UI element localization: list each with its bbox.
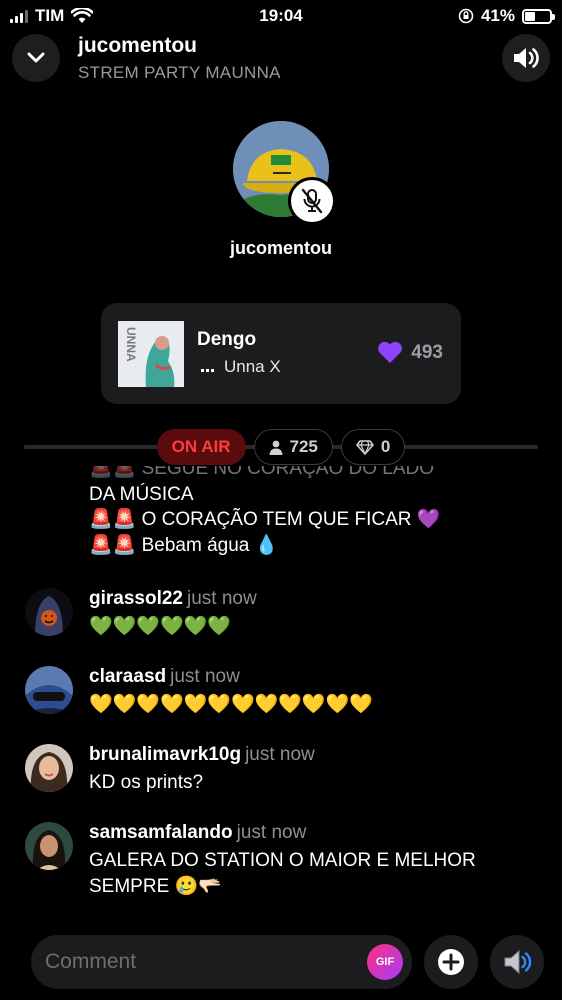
comment-box: GIF [31,935,412,989]
volume-icon [514,48,539,68]
comment-input[interactable] [45,935,355,989]
audio-toggle-button[interactable] [502,34,550,82]
status-bar: TIM 19:04 41% [0,0,562,32]
heart-icon [378,341,403,363]
add-button[interactable] [424,935,478,989]
user-avatar[interactable] [25,666,73,714]
chat-timestamp: just now [236,822,307,843]
equalizer-icon [201,362,214,372]
room-host-title: jucomentou [78,34,197,57]
gem-count: 0 [380,437,391,456]
room-subtitle: STREM PARTY MAUNNA [78,63,281,82]
host-mic-muted-badge [288,177,336,225]
chat-username[interactable]: samsamfalando [89,822,233,843]
gem-count-chip[interactable]: 0 [340,429,406,465]
person-icon [269,440,283,455]
like-button[interactable]: 493 [377,341,443,364]
chat-text: GALERA DO STATION O MAIOR E MELHOR SEMPR… [89,850,476,897]
chevron-down-icon [27,52,45,63]
gif-button[interactable]: GIF [367,944,403,980]
room-stats: ON AIR 725 0 [0,429,562,465]
chat-timestamp: just now [245,744,315,765]
diamond-icon [356,439,374,455]
chat-username[interactable]: brunalimavrk10g [89,744,241,765]
chat-timestamp: just now [170,666,240,687]
battery-icon [522,8,555,24]
mic-off-icon [301,188,323,214]
orientation-lock-icon [458,8,474,24]
listener-count-chip[interactable]: 725 [253,429,333,465]
user-avatar[interactable] [25,744,73,792]
user-avatar[interactable] [25,822,73,870]
chat-text: 💚💚💚💚💚💚 [89,616,231,637]
battery-percent: 41% [480,6,515,25]
host-name: jucomentou [230,238,332,258]
chat-feed[interactable]: 🚨🚨 SEGUE NO CORAÇÃO DO LADO DA MÚSICA 🚨🚨… [0,466,562,920]
chat-username[interactable]: claraasd [89,666,166,687]
user-avatar[interactable] [25,588,73,636]
now-playing-card[interactable]: UNNA Dengo Unna X 493 [101,303,461,404]
album-cover: UNNA [118,321,184,387]
chat-text: KD os prints? [89,772,204,793]
album-text: UNNA [124,327,138,362]
like-count: 493 [411,341,443,363]
speaker-icon [504,949,532,975]
song-artist: Unna X [224,357,281,376]
on-air-badge: ON AIR [156,429,246,465]
chat-timestamp: just now [187,588,257,609]
song-title: Dengo [197,329,257,350]
collapse-button[interactable] [12,34,60,82]
pinned-message-text: 🚨🚨 SEGUE NO CORAÇÃO DO LADO DA MÚSICA 🚨🚨… [89,466,441,556]
speaker-button[interactable] [490,935,544,989]
plus-circle-icon [438,949,464,975]
chat-username[interactable]: girassol22 [89,588,183,609]
chat-text: 💛💛💛💛💛💛💛💛💛💛💛💛 [89,694,373,715]
listener-count: 725 [289,437,318,456]
